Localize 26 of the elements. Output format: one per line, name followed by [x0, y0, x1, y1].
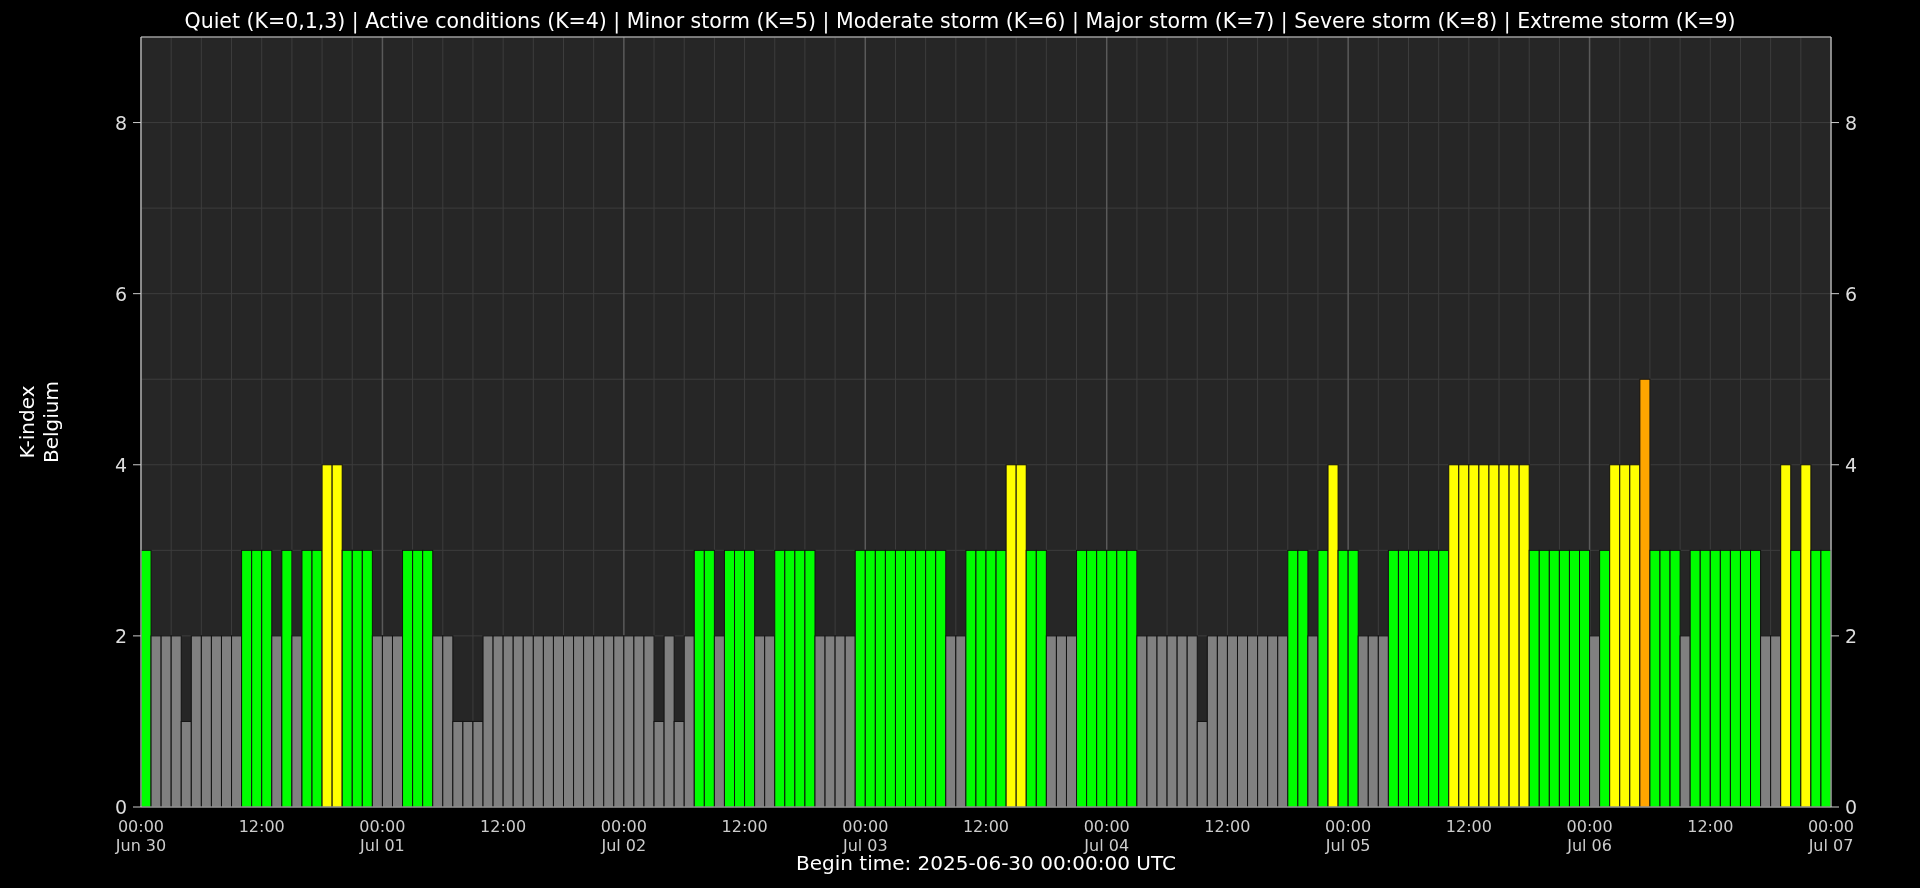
x-tick-label: 12:00	[1445, 817, 1492, 836]
x-tick-label: 00:00 Jun 30	[115, 817, 167, 855]
y-tick-label: 6	[1845, 282, 1858, 305]
y-tick-label: 6	[114, 282, 127, 305]
x-tick-label: 12:00	[480, 817, 527, 836]
y-tick-label: 0	[1845, 796, 1858, 818]
x-tick-label: 12:00	[1687, 817, 1734, 836]
y-tick-label: 0	[114, 796, 127, 818]
chart-title: Quiet (K=0,1,3) | Active conditions (K=4) | Minor storm (K=5) | Moderate storm (K=6) | Major storm (K=7) | Severe storm (K=8) | Extreme storm (K=9)	[184, 9, 1736, 33]
y-tick-label: 2	[1845, 624, 1858, 647]
x-tick-label: 12:00	[962, 817, 1010, 836]
y-axis-label: K-index Belgium	[15, 381, 63, 463]
x-tick-label: 12:00	[721, 817, 768, 836]
x-tick-label: 00:00 Jul 01	[359, 817, 406, 855]
x-tick-label: 12:00	[238, 817, 285, 836]
x-tick-label: 00:00 Jul 06	[1566, 817, 1613, 855]
x-tick-label: 00:00 Jul 07	[1807, 817, 1855, 855]
x-tick-label: 00:00 Jul 05	[1325, 817, 1372, 855]
x-tick-label: 00:00 Jul 02	[600, 817, 647, 855]
x-tick-label: 00:00 Jul 04	[1083, 817, 1130, 855]
y-tick-label: 4	[114, 453, 127, 476]
y-tick-label: 2	[114, 624, 127, 647]
y-tick-label: 4	[1845, 453, 1858, 476]
y-tick-label: 8	[1845, 111, 1858, 134]
y-tick-label: 8	[114, 111, 127, 134]
x-tick-label: 12:00	[1204, 817, 1251, 836]
